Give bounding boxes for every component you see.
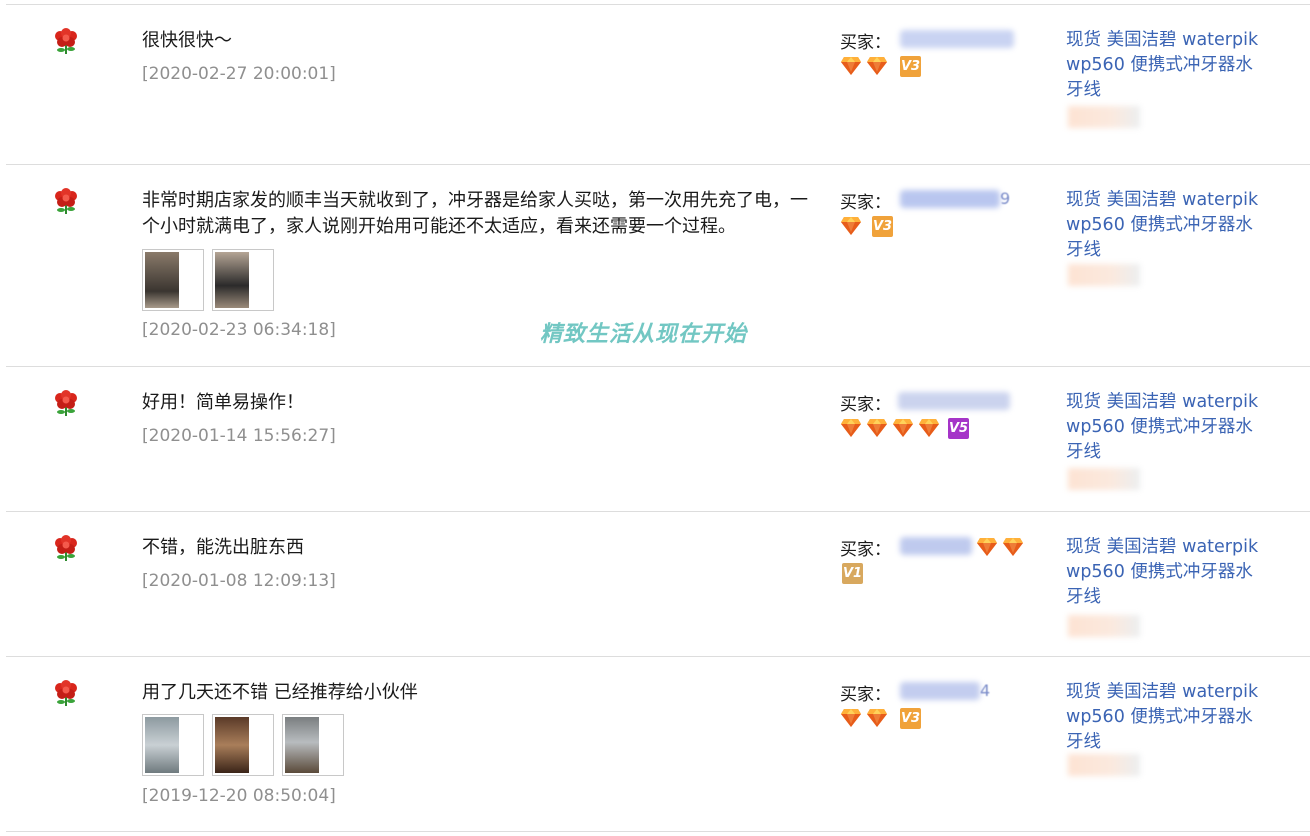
rating-flower-icon xyxy=(52,28,80,56)
buyer-label: 买家： xyxy=(840,395,891,415)
rating-flower-icon xyxy=(52,680,80,708)
product-sku-masked xyxy=(1068,615,1140,637)
buyer-name-masked xyxy=(900,190,1000,208)
review-photo-thumbnail[interactable] xyxy=(142,714,204,776)
rating-flower-icon xyxy=(52,390,80,418)
review-comment: 很快很快～ xyxy=(142,30,232,51)
row-divider xyxy=(6,656,1310,657)
shop-watermark: 精致生活从现在开始 xyxy=(540,322,748,347)
buyer-name-tail: 4 xyxy=(980,681,991,700)
review-date: [2020-02-23 06:34:18] xyxy=(142,320,336,340)
review-comment: 好用！简单易操作！ xyxy=(142,392,304,413)
row-divider xyxy=(6,164,1310,165)
vip-badge-icon: V3 xyxy=(900,708,921,729)
review-comment: 用了几天还不错 已经推荐给小伙伴 xyxy=(142,682,418,703)
buyer-credit-badges-inline xyxy=(976,537,1036,559)
diamond-icon xyxy=(866,708,888,728)
product-link[interactable]: 现货 美国洁碧 waterpik wp560 便携式冲牙器水牙线 xyxy=(1066,390,1266,465)
buyer-label: 买家： xyxy=(840,193,891,213)
diamond-icon xyxy=(918,418,940,438)
row-divider xyxy=(6,511,1310,512)
rating-flower-icon xyxy=(52,535,80,563)
vip-badge-icon: V3 xyxy=(900,56,921,77)
buyer-label: 买家： xyxy=(840,540,891,560)
buyer-label: 买家： xyxy=(840,685,891,705)
review-comment: 不错，能洗出脏东西 xyxy=(142,537,304,558)
review-date: [2019-12-20 08:50:04] xyxy=(142,786,336,806)
review-photo-thumbnail[interactable] xyxy=(282,714,344,776)
buyer-name-masked xyxy=(898,392,1010,410)
buyer-name-masked xyxy=(900,682,980,700)
product-sku-masked xyxy=(1068,106,1140,128)
review-date: [2020-02-27 20:00:01] xyxy=(142,64,336,84)
diamond-icon xyxy=(840,708,862,728)
review-date: [2020-01-14 15:56:27] xyxy=(142,426,336,446)
vip-badge-icon: V5 xyxy=(948,418,969,439)
diamond-icon xyxy=(866,56,888,76)
diamond-icon xyxy=(1002,537,1024,557)
product-sku-masked xyxy=(1068,264,1140,286)
vip-badge-icon: V3 xyxy=(872,216,893,237)
buyer-name-tail: 9 xyxy=(1000,189,1011,208)
diamond-icon xyxy=(840,418,862,438)
review-date: [2020-01-08 12:09:13] xyxy=(142,571,336,591)
buyer-label: 买家： xyxy=(840,33,891,53)
diamond-icon xyxy=(892,418,914,438)
row-divider xyxy=(6,366,1310,367)
review-photos xyxy=(142,714,352,776)
rating-flower-icon xyxy=(52,188,80,216)
product-link[interactable]: 现货 美国洁碧 waterpik wp560 便携式冲牙器水牙线 xyxy=(1066,535,1266,610)
product-sku-masked xyxy=(1068,468,1140,490)
product-link[interactable]: 现货 美国洁碧 waterpik wp560 便携式冲牙器水牙线 xyxy=(1066,188,1266,263)
product-link[interactable]: 现货 美国洁碧 waterpik wp560 便携式冲牙器水牙线 xyxy=(1066,680,1266,755)
diamond-icon xyxy=(976,537,998,557)
diamond-icon xyxy=(840,216,862,236)
row-divider xyxy=(6,4,1310,5)
buyer-name-masked xyxy=(900,537,972,555)
diamond-icon xyxy=(866,418,888,438)
review-photo-thumbnail[interactable] xyxy=(212,249,274,311)
product-link[interactable]: 现货 美国洁碧 waterpik wp560 便携式冲牙器水牙线 xyxy=(1066,28,1266,103)
diamond-icon xyxy=(840,56,862,76)
review-photo-thumbnail[interactable] xyxy=(212,714,274,776)
review-comment: 非常时期店家发的顺丰当天就收到了，冲牙器是给家人买哒，第一次用先充了电，一个小时… xyxy=(142,190,808,237)
product-sku-masked xyxy=(1068,754,1140,776)
row-divider xyxy=(6,831,1310,832)
review-photos xyxy=(142,249,282,311)
buyer-name-masked xyxy=(900,30,1014,48)
review-photo-thumbnail[interactable] xyxy=(142,249,204,311)
vip-badge-icon: V1 xyxy=(842,563,863,584)
